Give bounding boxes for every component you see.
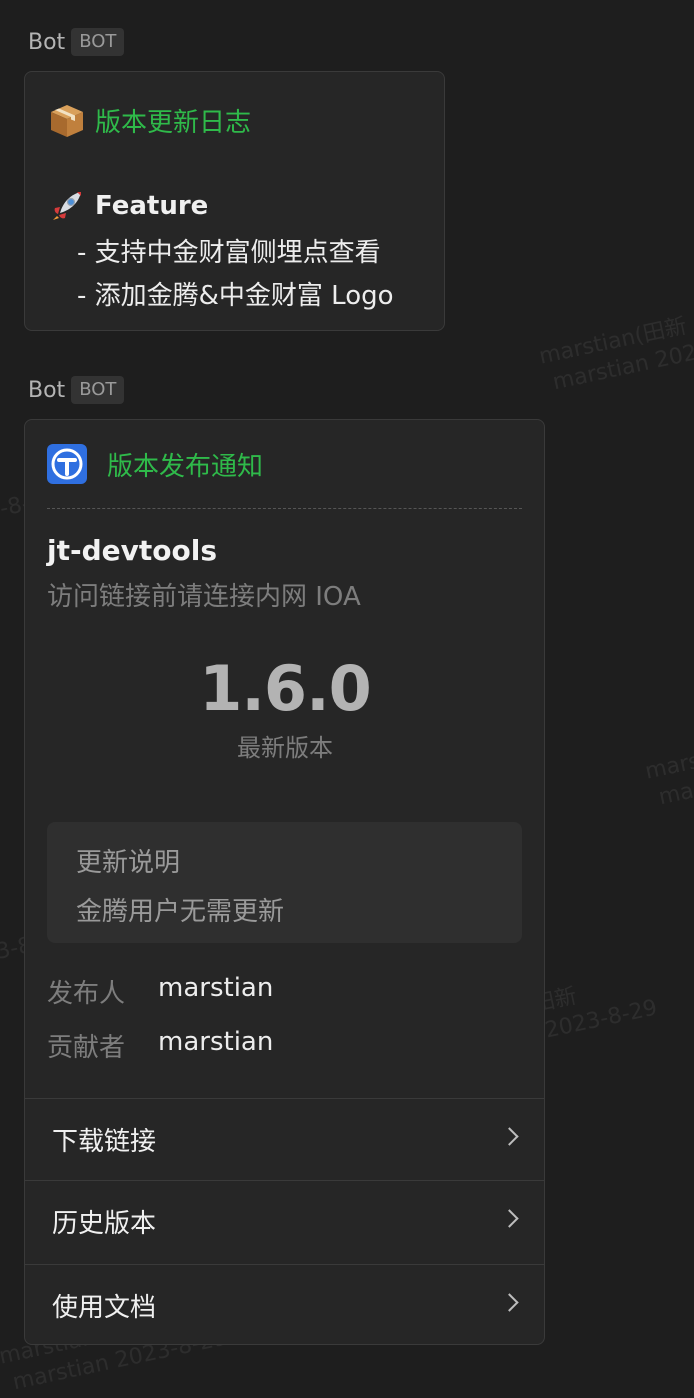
watermark-name: marstian(田新 xyxy=(536,313,690,370)
changelog-card: 版本更新日志 Feature - 支持中金财富侧埋点查看 - 添加金腾&中金财富… xyxy=(24,71,445,331)
release-notes: 更新说明 金腾用户无需更新 xyxy=(47,822,522,943)
download-link-label: 下载链接 xyxy=(52,1127,157,1157)
version-number: 1.6.0 xyxy=(199,652,372,725)
sender-name[interactable]: Bot xyxy=(28,378,65,403)
release-header: 版本发布通知 xyxy=(47,444,263,484)
rocket-icon xyxy=(49,188,85,224)
watermark: marstian(田新 marstian 2023-8-29 xyxy=(537,297,694,398)
contributor-label: 贡献者 xyxy=(47,1033,126,1063)
watermark-date: marstian 2023-8-29 xyxy=(550,324,694,395)
divider xyxy=(47,508,522,509)
watermark-name: marstian(田新 xyxy=(642,728,694,785)
docs-link-label: 使用文档 xyxy=(52,1293,157,1323)
chevron-right-icon xyxy=(500,1127,519,1146)
release-notes-title: 更新说明 xyxy=(76,848,181,878)
project-subtitle: 访问链接前请连接内网 IOA xyxy=(47,582,361,612)
project-name: jt-devtools xyxy=(47,534,218,567)
release-notes-body: 金腾用户无需更新 xyxy=(76,897,285,927)
list-item: - 添加金腾&中金财富 Logo xyxy=(77,281,394,311)
history-versions-row[interactable]: 历史版本 xyxy=(25,1180,544,1264)
watermark-date: marstian 2023-8-29 xyxy=(656,740,694,810)
publisher-value[interactable]: marstian xyxy=(158,973,273,1003)
watermark: marstian(田新 marstian 2023-8-29 xyxy=(643,712,694,813)
sender-name[interactable]: Bot xyxy=(28,30,65,55)
feature-section-title: Feature xyxy=(95,191,209,221)
chevron-right-icon xyxy=(500,1293,519,1312)
bot-badge: BOT xyxy=(71,28,125,56)
version-label: 最新版本 xyxy=(237,734,333,762)
app-logo-icon xyxy=(47,444,87,484)
download-link-row[interactable]: 下载链接 xyxy=(25,1098,544,1180)
changelog-title: 版本更新日志 xyxy=(95,108,252,138)
chevron-right-icon xyxy=(500,1209,519,1228)
publisher-label: 发布人 xyxy=(47,979,126,1009)
history-versions-label: 历史版本 xyxy=(52,1209,157,1239)
release-title: 版本发布通知 xyxy=(107,451,264,482)
release-card: 版本发布通知 jt-devtools 访问链接前请连接内网 IOA 1.6.0 … xyxy=(24,419,545,1345)
changelog-header: 版本更新日志 xyxy=(49,102,251,139)
bot-badge: BOT xyxy=(71,376,125,404)
contributor-value[interactable]: marstian xyxy=(158,1027,273,1057)
feature-section-header: Feature xyxy=(49,188,208,224)
docs-link-row[interactable]: 使用文档 xyxy=(25,1264,544,1345)
message-sender: Bot BOT xyxy=(28,376,125,404)
list-item: - 支持中金财富侧埋点查看 xyxy=(77,238,381,268)
message-sender: Bot BOT xyxy=(28,28,125,56)
package-icon xyxy=(49,103,85,139)
